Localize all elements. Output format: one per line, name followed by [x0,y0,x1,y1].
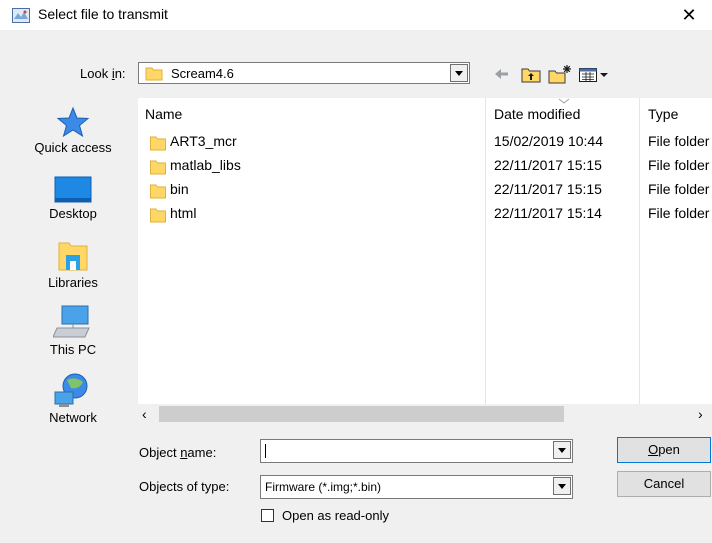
file-name: html [170,205,197,221]
computer-icon [53,305,90,338]
file-row[interactable]: html 22/11/2017 15:14 File folder [138,203,712,227]
file-type: File folder [648,157,710,173]
object-type-dropdown[interactable]: Firmware (*.img;*.bin) [260,475,573,499]
column-header-date[interactable]: Date modified [494,106,580,122]
place-label: Desktop [49,206,97,221]
folder-icon [150,184,166,199]
object-name-combo[interactable] [260,439,573,463]
look-in-label: Look in: [80,66,126,81]
view-menu-icon[interactable] [578,64,612,84]
close-button[interactable]: ✕ [666,0,712,30]
object-type-label: Objects of type: [139,479,230,494]
folder-icon [145,67,163,81]
app-icon [12,8,30,23]
cancel-button[interactable]: Cancel [617,471,711,497]
new-folder-icon[interactable] [548,64,572,84]
desktop-icon [54,176,92,203]
place-label: Quick access [34,140,112,155]
file-name: ART3_mcr [170,133,237,149]
file-date: 22/11/2017 15:15 [494,181,602,197]
column-header-name[interactable]: Name [145,106,182,122]
network-icon [54,373,88,407]
folder-icon [150,160,166,175]
libraries-icon [58,242,88,271]
up-folder-icon[interactable] [520,64,542,84]
read-only-checkbox[interactable] [261,509,274,522]
read-only-label[interactable]: Open as read-only [282,508,389,523]
place-this-pc[interactable]: This PC [15,304,131,357]
chevron-down-icon [558,98,570,104]
place-network[interactable]: Network [15,372,131,425]
place-quick-access[interactable]: Quick access [15,106,131,155]
chevron-down-icon[interactable] [450,64,468,82]
scroll-thumb[interactable] [159,406,564,422]
arrow-left-icon[interactable] [492,64,510,84]
file-list[interactable]: Name Date modified Type ART3_mcr 15/02/2… [138,98,712,424]
chevron-down-icon[interactable] [553,441,571,459]
close-icon: ✕ [681,5,697,25]
object-name-input[interactable] [263,442,548,460]
file-type: File folder [648,133,710,149]
file-row[interactable]: matlab_libs 22/11/2017 15:15 File folder [138,155,712,179]
place-label: This PC [49,342,97,357]
file-row[interactable]: bin 22/11/2017 15:15 File folder [138,179,712,203]
column-header-type[interactable]: Type [648,106,678,122]
place-desktop[interactable]: Desktop [15,176,131,221]
place-label: Libraries [48,275,98,290]
file-date: 22/11/2017 15:15 [494,157,602,173]
file-type: File folder [648,181,710,197]
object-name-label: Object name: [139,445,217,460]
file-date: 15/02/2019 10:44 [494,133,603,149]
folder-icon [150,136,166,151]
star-icon [56,106,90,138]
file-type: File folder [648,205,710,221]
horizontal-scrollbar[interactable]: ‹ › [138,404,712,424]
places-bar: Quick access Desktop Libraries This PC N… [15,96,131,432]
file-name: bin [170,181,189,197]
file-row[interactable]: ART3_mcr 15/02/2019 10:44 File folder [138,131,712,155]
window-title: Select file to transmit [38,6,168,22]
look-in-value: Scream4.6 [171,66,234,81]
place-libraries[interactable]: Libraries [15,239,131,290]
scroll-left-icon[interactable]: ‹ [142,406,147,422]
look-in-dropdown[interactable]: Scream4.6 [138,62,470,84]
folder-icon [150,208,166,223]
place-label: Network [49,410,97,425]
file-date: 22/11/2017 15:14 [494,205,602,221]
scroll-right-icon[interactable]: › [698,406,703,422]
file-name: matlab_libs [170,157,241,173]
file-dialog: Select file to transmit ✕ Look in: Screa… [0,0,712,543]
object-type-value: Firmware (*.img;*.bin) [265,480,382,494]
open-button[interactable]: Open [617,437,711,463]
chevron-down-icon[interactable] [553,477,571,495]
title-bar: Select file to transmit ✕ [0,0,712,30]
